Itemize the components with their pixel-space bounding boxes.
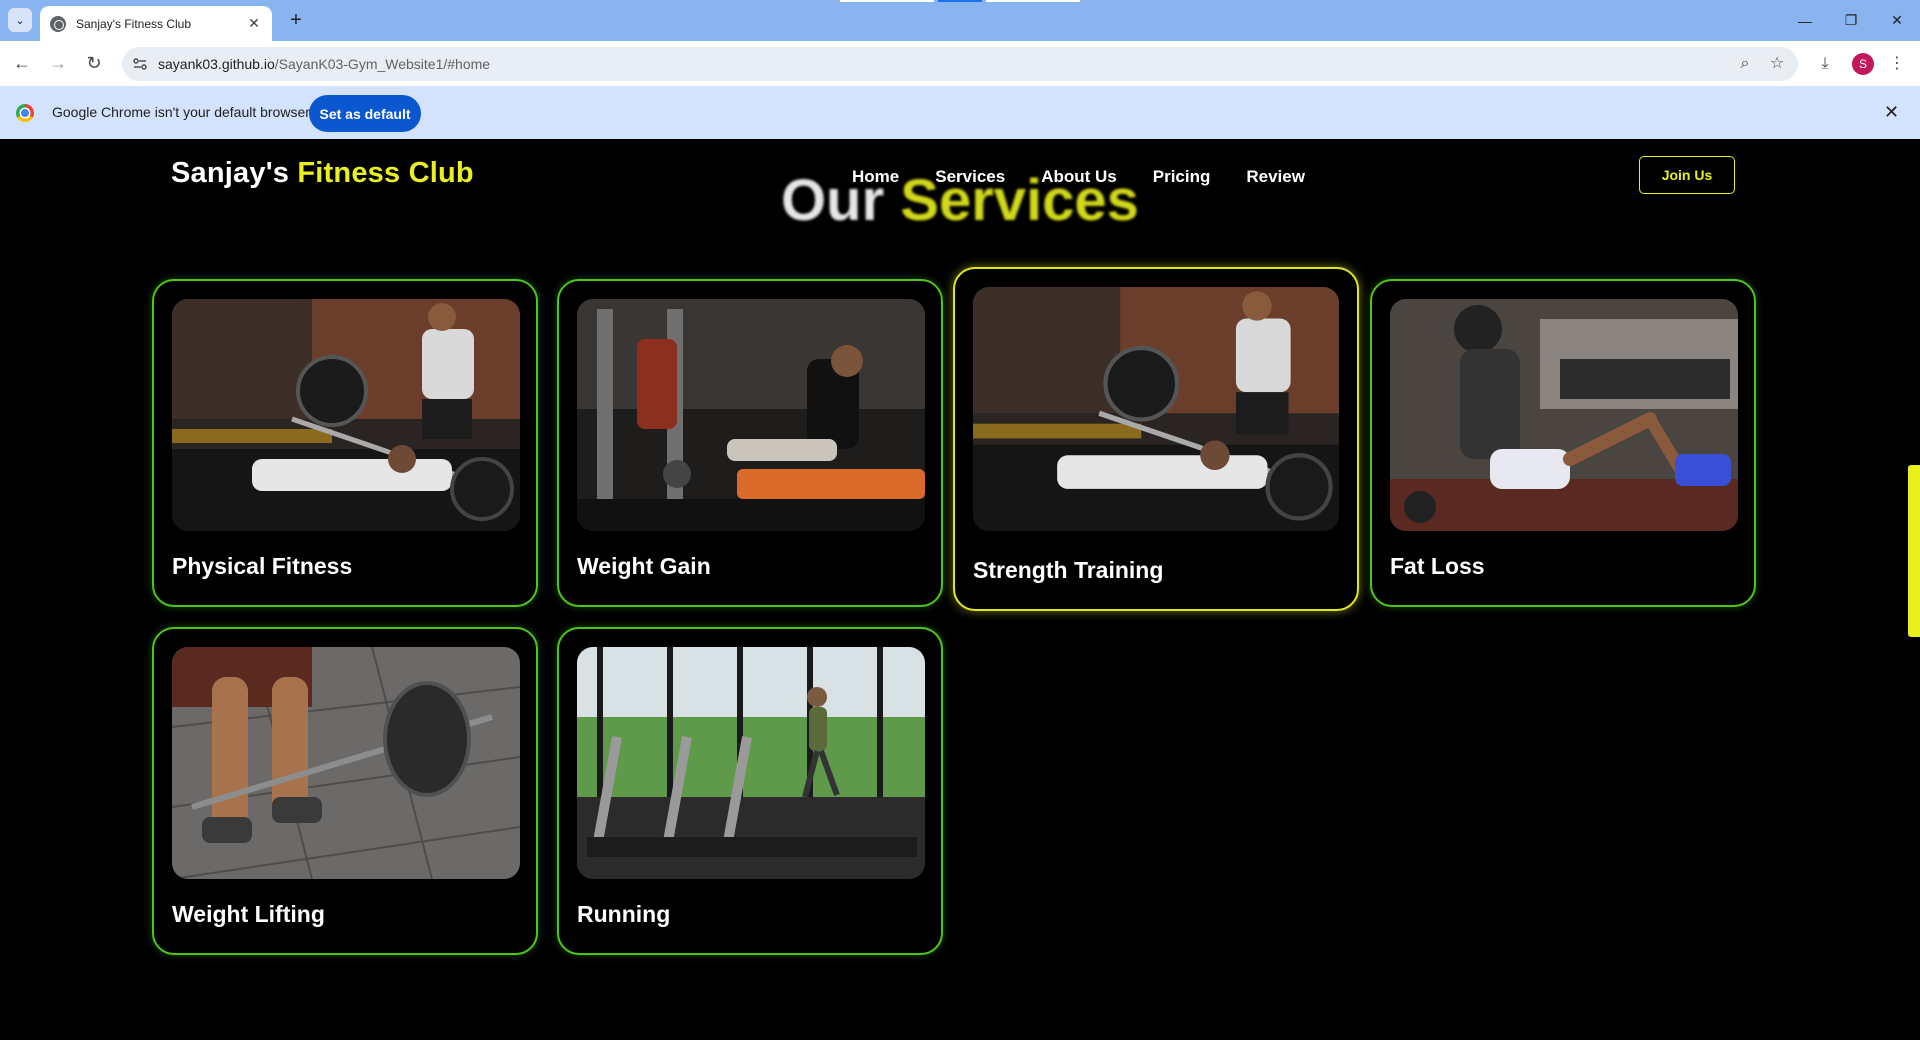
service-card-weight-gain[interactable]: Weight Gain [557, 279, 943, 607]
close-tab-icon[interactable]: ✕ [246, 15, 262, 32]
service-title: Weight Gain [577, 553, 711, 579]
nav-pricing[interactable]: Pricing [1153, 167, 1211, 187]
service-card-physical-fitness[interactable]: Physical Fitness [152, 279, 538, 607]
zoom-icon[interactable]: ⌕ [1736, 55, 1754, 73]
close-window-button[interactable]: ✕ [1874, 0, 1920, 41]
set-default-button[interactable]: Set as default [309, 95, 421, 132]
site-info-icon[interactable] [132, 56, 148, 72]
site-navbar: Sanjay's Fitness Club Home Services Abou… [0, 139, 1920, 214]
nav-services[interactable]: Services [935, 167, 1005, 187]
nav-links: Home Services About Us Pricing Review [852, 167, 1341, 187]
chrome-logo-icon [16, 104, 34, 122]
page-scrollbar[interactable] [1908, 465, 1920, 637]
service-title: Weight Lifting [172, 901, 325, 927]
service-image-fat-loss [1390, 299, 1738, 531]
service-card-weight-lifting[interactable]: Weight Lifting [152, 627, 538, 955]
forward-button[interactable]: → [46, 51, 70, 75]
service-title: Fat Loss [1390, 553, 1485, 579]
service-title: Running [577, 901, 671, 927]
restore-button[interactable]: ❐ [1828, 0, 1874, 41]
new-tab-button[interactable]: + [284, 9, 308, 33]
globe-icon [50, 15, 66, 32]
default-browser-infobar: Google Chrome isn't your default browser… [0, 86, 1920, 139]
service-card-fat-loss[interactable]: Fat Loss [1370, 279, 1756, 607]
brand-accent: Fitness Club [297, 157, 474, 189]
service-image-weight-gain [577, 299, 925, 531]
url-path: /SayanK03-Gym_Website1/#home [274, 56, 491, 72]
brand-main: Sanjay's [171, 157, 298, 189]
url-host: sayank03.github.io [158, 56, 275, 72]
nav-about-us[interactable]: About Us [1041, 167, 1117, 187]
address-bar[interactable]: sayank03.github.io/SayanK03-Gym_Website1… [122, 47, 1798, 81]
service-card-running[interactable]: Running [557, 627, 943, 955]
infobar-message: Google Chrome isn't your default browser [52, 104, 310, 120]
minimize-button[interactable]: — [1782, 0, 1828, 41]
nav-review[interactable]: Review [1246, 167, 1305, 187]
service-image-running [577, 647, 925, 879]
brand-logo[interactable]: Sanjay's Fitness Club [171, 157, 474, 190]
bookmark-star-icon[interactable]: ☆ [1768, 55, 1786, 73]
browser-toolbar: ← → ↻ sayank03.github.io/SayanK03-Gym_We… [0, 41, 1920, 86]
browser-titlebar: ⌄ Sanjay's Fitness Club ✕ + — ❐ ✕ [0, 0, 1920, 41]
nav-home[interactable]: Home [852, 167, 899, 187]
tab-title: Sanjay's Fitness Club [76, 16, 192, 31]
service-title: Physical Fitness [172, 553, 353, 579]
join-us-button[interactable]: Join Us [1639, 156, 1735, 194]
page-content: Our Services Sanjay's Fitness Club Home … [0, 139, 1920, 1040]
close-infobar-icon[interactable]: ✕ [1884, 102, 1899, 123]
service-image-weight-lifting [172, 647, 520, 879]
profile-avatar[interactable]: S [1852, 53, 1874, 75]
browser-tab[interactable]: Sanjay's Fitness Club ✕ [40, 6, 272, 41]
window-drag-indicator [840, 0, 1080, 2]
service-image-strength-training [973, 287, 1339, 531]
download-icon[interactable]: ⤓ [1814, 53, 1836, 75]
more-menu-icon[interactable]: ⋮ [1886, 53, 1908, 75]
tab-search-icon[interactable]: ⌄ [8, 8, 32, 32]
service-image-physical-fitness [172, 299, 520, 531]
reload-button[interactable]: ↻ [82, 51, 106, 75]
back-button[interactable]: ← [10, 51, 34, 75]
service-title: Strength Training [973, 557, 1164, 583]
service-card-strength-training[interactable]: Strength Training [953, 267, 1359, 611]
